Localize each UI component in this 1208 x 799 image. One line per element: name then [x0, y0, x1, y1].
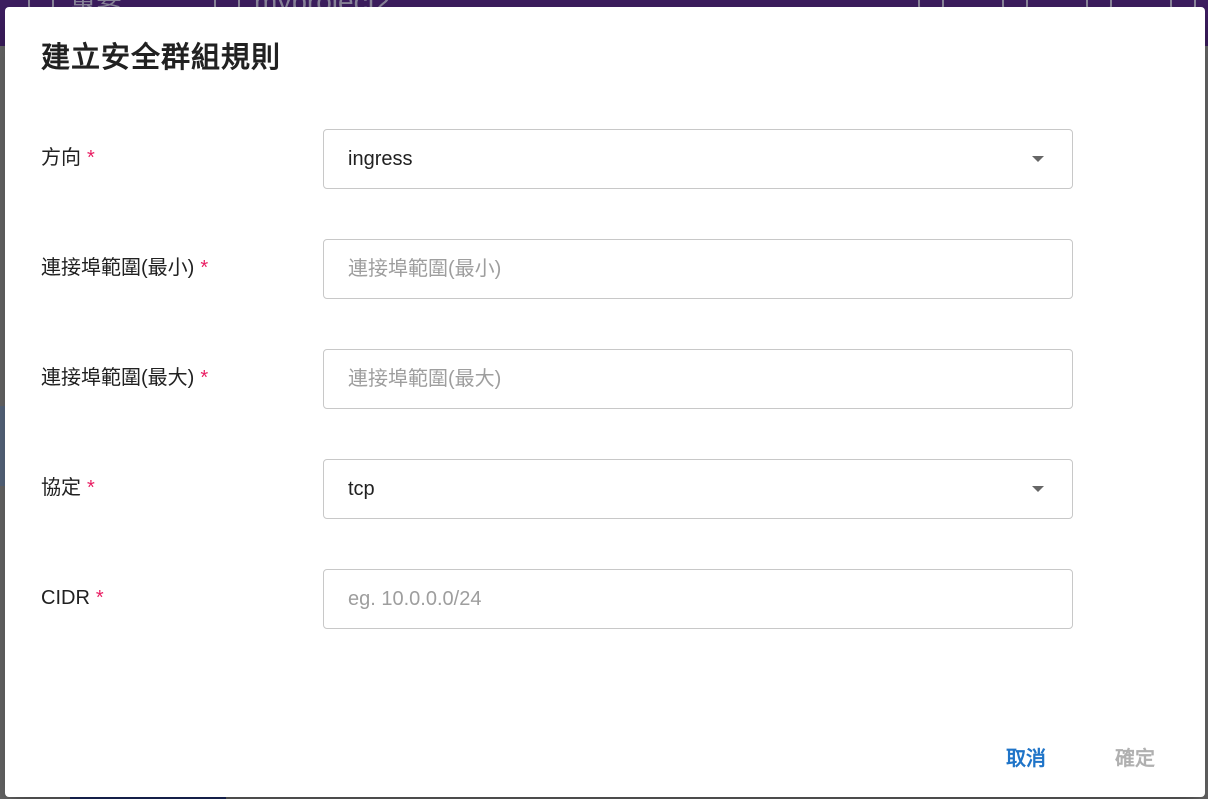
port-min-label-text: 連接埠範圍(最小) [41, 257, 195, 279]
protocol-select[interactable]: tcp [323, 459, 1073, 519]
dropdown-arrow-icon [1032, 486, 1044, 492]
port-min-input[interactable] [324, 240, 1072, 298]
direction-value: ingress [348, 148, 413, 170]
confirm-button[interactable]: 確定 [1115, 737, 1155, 781]
required-mark: * [200, 257, 209, 279]
protocol-label: 協定 * [41, 459, 95, 521]
direction-label: 方向 * [41, 129, 95, 191]
required-mark: * [87, 147, 95, 169]
direction-label-text: 方向 [41, 147, 81, 169]
port-max-input[interactable] [324, 350, 1072, 408]
cidr-label: CIDR * [41, 569, 104, 631]
cancel-button[interactable]: 取消 [1006, 737, 1046, 781]
required-mark: * [87, 477, 95, 499]
required-mark: * [200, 367, 209, 389]
create-security-group-rule-dialog: 建立安全群組規則 方向* ingress 連接埠範圍(最小)* 連接埠範圍(最大… [5, 7, 1205, 797]
protocol-label-text: 協定 [41, 477, 81, 499]
cidr-field[interactable] [323, 569, 1073, 629]
dropdown-arrow-icon [1032, 156, 1044, 162]
protocol-row: 協定 * tcp [41, 459, 1075, 521]
port-max-label-text: 連接埠範圍(最大) [41, 367, 195, 389]
port-max-label: 連接埠範圍(最大) * [41, 349, 208, 411]
required-mark: * [95, 587, 104, 609]
cidr-input[interactable] [324, 570, 1072, 628]
port-max-row: 連接埠範圍(最大) * [41, 349, 1075, 411]
port-min-label: 連接埠範圍(最小) * [41, 239, 208, 301]
cidr-row: CIDR * [41, 569, 1075, 631]
port-max-field[interactable] [323, 349, 1073, 409]
direction-row: 方向 * ingress [41, 129, 1075, 191]
dialog-title: 建立安全群組規則 [41, 42, 282, 74]
port-min-field[interactable] [323, 239, 1073, 299]
cidr-label-text: CIDR [41, 587, 90, 609]
port-min-row: 連接埠範圍(最小) * [41, 239, 1075, 301]
protocol-value: tcp [348, 478, 375, 500]
direction-select[interactable]: ingress [323, 129, 1073, 189]
